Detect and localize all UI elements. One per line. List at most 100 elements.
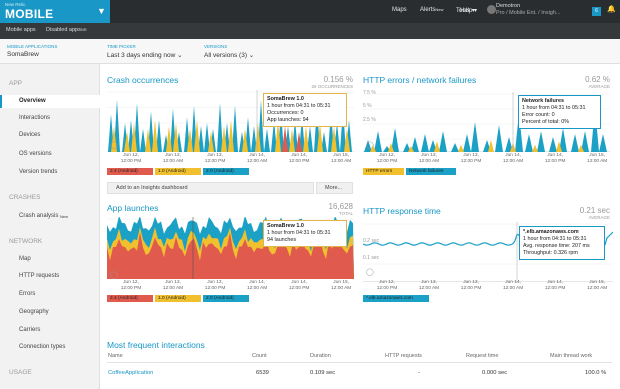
response-unit: sec — [597, 206, 610, 215]
network-failures-spike — [421, 134, 429, 152]
table-cell-main-thread: 100.0 % — [585, 370, 607, 376]
http-errors-metric: 0.62 % — [570, 75, 610, 84]
http-chart-tooltip: Network failures 1 hour from 04:31 to 05… — [518, 95, 601, 129]
launches-total-value: 16,628 — [328, 202, 353, 211]
chart-comment-icon[interactable]: ◯ — [366, 268, 374, 276]
sidebar-item-version-trends[interactable]: Version trends — [0, 166, 100, 179]
crash-panel-title[interactable]: Crash occurrences — [107, 75, 178, 85]
alerts-new-badge: New — [435, 7, 444, 12]
table-divider — [107, 362, 612, 363]
versions-value: All versions (3) — [204, 52, 247, 59]
column-header-main-thread[interactable]: Main thread work — [550, 353, 592, 359]
x-tick-label: Jun 14, 12:00 PM — [544, 153, 566, 164]
column-header-count[interactable]: Count — [252, 353, 267, 359]
crash-spike — [264, 128, 270, 152]
chart-comment-icon[interactable]: ◯ — [110, 271, 118, 279]
sidebar-item-map[interactable]: Map — [0, 253, 100, 266]
crash-chart-tooltip: SomaBrew 1.0 1 hour from 04:31 to 05:31 … — [263, 93, 347, 127]
avatar[interactable] — [487, 5, 496, 14]
x-tick-label: Jun 12, 12:00 PM — [120, 280, 142, 291]
launches-panel-title[interactable]: App launches — [107, 203, 159, 213]
sidebar-item-geography[interactable]: Geography — [0, 306, 100, 319]
tab-mobile-apps[interactable]: Mobile apps — [6, 27, 36, 33]
network-failures-spike — [439, 131, 447, 152]
table-cell-name[interactable]: CoffeeApplication — [108, 370, 153, 376]
time-picker[interactable]: Last 3 days ending now ⌄ — [107, 51, 183, 59]
sidebar-item-os-versions[interactable]: OS versions — [0, 148, 100, 161]
chart-comment-icon[interactable]: ◯ — [366, 141, 374, 149]
legend-elb-host[interactable]: *.elb.amazonaws.com — [363, 295, 429, 302]
bell-icon[interactable]: 🔔 — [607, 5, 616, 13]
app-picker[interactable]: SomaBrew — [7, 51, 39, 58]
user-account: Pro / Mobile Ent. / Insigh... — [496, 10, 561, 16]
nav-help[interactable]: Help ▾ — [460, 7, 477, 14]
network-failures-spike — [451, 143, 459, 152]
tooltip-title: SomaBrew 1.0 — [267, 223, 304, 229]
user-menu[interactable]: Demotron Pro / Mobile Ent. / Insigh... — [496, 3, 561, 17]
crash-rate-metric: 0.156 % — [300, 75, 353, 84]
chevron-down-icon: ⌄ — [177, 52, 183, 59]
tooltip-title: *.elb.amazonaws.com — [523, 229, 579, 235]
column-header-name[interactable]: Name — [108, 353, 123, 359]
legend-android-2-4[interactable]: 2.4 (Android) — [107, 168, 153, 175]
sidebar-item-carriers[interactable]: Carriers — [0, 324, 100, 337]
legend-android-1-0[interactable]: 1.0 (Android) — [155, 168, 201, 175]
tooltip-line: 1 hour from 04:31 to 05:31 — [267, 230, 331, 236]
sidebar-item-interactions[interactable]: Interactions — [0, 112, 100, 125]
tab-disabled-apps[interactable]: Disabled appsNR — [46, 27, 87, 33]
sidebar-item-connection-types[interactable]: Connection types — [0, 341, 100, 354]
sidebar-item-devices[interactable]: Devices — [0, 129, 100, 142]
brand-title: MOBILE — [5, 7, 54, 21]
x-tick-label: Jun 13, 12:00 AM — [162, 153, 184, 164]
legend-network-failures[interactable]: Network failures — [406, 168, 456, 175]
network-failures-spike — [571, 134, 579, 152]
crash-spike — [152, 120, 158, 152]
sidebar-item-http-requests[interactable]: HTTP requests — [0, 270, 100, 283]
more-button[interactable]: More... — [316, 182, 353, 194]
sidebar-item-errors[interactable]: Errors — [0, 288, 100, 301]
add-to-insights-button[interactable]: Add to an Insights dashboard — [107, 182, 314, 194]
legend-http-errors[interactable]: HTTP errors — [363, 168, 404, 175]
network-failures-spike — [525, 134, 533, 152]
column-header-http-requests[interactable]: HTTP requests — [385, 353, 422, 359]
chevron-down-icon: ▼ — [97, 6, 106, 16]
response-value: 0.21 — [579, 206, 596, 215]
sidebar-section-crashes: CRASHES — [9, 194, 41, 201]
tooltip-line: Avg. response time: 207 ms — [523, 243, 590, 249]
x-tick-label: Jun 14, 12:00 PM — [288, 280, 310, 291]
network-failures-spike — [537, 131, 545, 152]
table-cell-http-requests: - — [418, 370, 420, 376]
legend-android-2-0[interactable]: 2.0 (Android) — [203, 295, 249, 302]
column-header-request-time[interactable]: Request time — [466, 353, 498, 359]
x-tick-label: Jun 15, 12:00 AM — [587, 153, 608, 164]
column-header-duration[interactable]: Duration — [310, 353, 331, 359]
user-name: Demotron — [496, 3, 521, 9]
crash-rate-value: 0.156 — [323, 75, 344, 84]
sidebar-section-app: APP — [9, 80, 23, 87]
sidebar-item-overview[interactable]: Overview — [0, 95, 100, 108]
x-tick-label: Jun 13, 12:00 AM — [418, 280, 440, 291]
nav-alerts-label: Alerts — [420, 7, 436, 13]
interactions-table-title[interactable]: Most frequent interactions — [107, 340, 205, 350]
x-tick-label: Jun 13, 12:00 AM — [162, 280, 184, 291]
response-chart-tooltip: *.elb.amazonaws.com 1 hour from 04:31 to… — [519, 226, 605, 260]
nav-alerts[interactable]: AlertsNew — [420, 7, 443, 13]
response-average-label: AVERAGE — [588, 215, 610, 220]
time-picker-value: Last 3 days ending now — [107, 52, 176, 59]
chart-comment-icon[interactable]: ◯ — [110, 141, 118, 149]
http-errors-panel-title[interactable]: HTTP errors / network failures — [363, 75, 476, 85]
sidebar-item-crash-analysis[interactable]: Crash analysis New — [0, 210, 100, 223]
product-switcher[interactable]: New Relic. MOBILE ▼ — [0, 0, 110, 23]
x-tick-label: Jun 12, 12:00 PM — [120, 153, 142, 164]
tooltip-line: App launches: 94 — [267, 117, 309, 123]
versions-picker[interactable]: All versions (3) ⌄ — [204, 51, 254, 59]
legend-android-2-0[interactable]: 2.0 (Android) — [203, 168, 249, 175]
legend-android-1-0[interactable]: 1.0 (Android) — [155, 295, 201, 302]
response-panel-title[interactable]: HTTP response time — [363, 206, 441, 216]
nav-maps[interactable]: Maps — [392, 7, 407, 13]
table-cell-duration: 0.109 sec — [310, 370, 336, 376]
x-tick-label: Jun 14, 12:00 AM — [502, 153, 524, 164]
notification-badge[interactable]: 6 — [592, 7, 601, 16]
legend-android-2-4[interactable]: 2.4 (Android) — [107, 295, 153, 302]
x-tick-label: Jun 15, 12:00 AM — [587, 280, 608, 291]
